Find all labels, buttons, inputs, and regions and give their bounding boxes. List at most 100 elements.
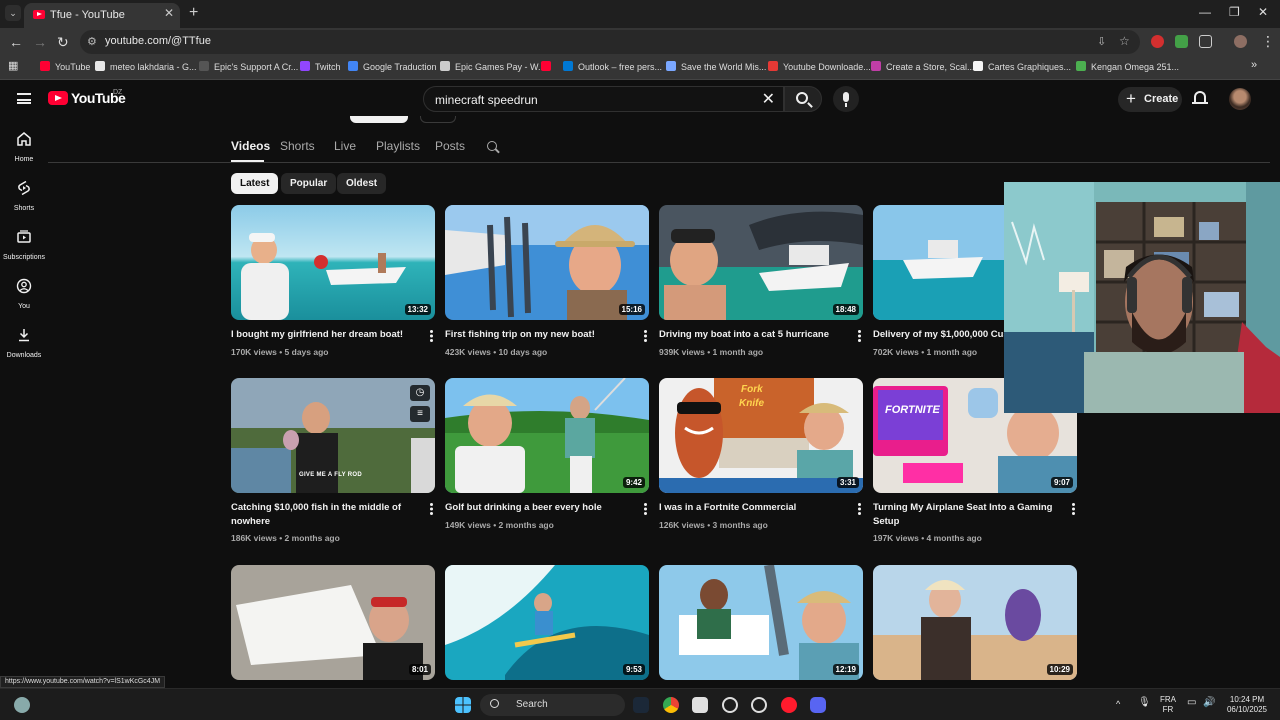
more-bookmarks-icon[interactable]: » [1251, 59, 1257, 71]
video-thumbnail[interactable]: ◷ ≡ GIVE ME A FLY ROD [231, 378, 435, 493]
notifications-bell-icon[interactable] [1192, 91, 1208, 104]
bookmark-item[interactable]: Kengan Omega 251... [1076, 61, 1179, 72]
bookmark-item[interactable] [541, 61, 556, 72]
guide-item-you[interactable]: You [0, 278, 48, 310]
youtube-logo-icon[interactable] [48, 91, 68, 105]
video-card[interactable]: 18:48 Driving my boat into a cat 5 hurri… [659, 205, 863, 357]
video-thumbnail[interactable]: 9:42 [445, 378, 649, 493]
clock[interactable]: 10:24 PM 06/10/2025 [1222, 695, 1272, 715]
chip-oldest[interactable]: Oldest [337, 173, 387, 194]
video-thumbnail[interactable]: 9:53 [445, 565, 649, 680]
tab-live[interactable]: Live [334, 139, 356, 153]
video-more-icon[interactable] [430, 330, 433, 342]
microphone-tray-icon[interactable]: 🎙 [1138, 698, 1151, 708]
browser-menu-icon[interactable]: ⋮ [1261, 33, 1275, 50]
video-card[interactable]: 9:53 [445, 565, 649, 680]
opera-gx-icon[interactable] [781, 697, 797, 713]
video-thumbnail[interactable]: 8:01 [231, 565, 435, 680]
video-card[interactable]: ◷ ≡ GIVE ME A FLY ROD Catching $10,000 f… [231, 378, 435, 543]
bookmark-item[interactable]: Cartes Graphiques... [973, 61, 1071, 72]
bookmark-item[interactable]: Create a Store, Scal... [871, 61, 975, 72]
network-icon[interactable]: ▭ [1187, 698, 1196, 708]
search-input[interactable]: minecraft speedrun ✕ [423, 86, 784, 112]
apps-grid-icon[interactable]: ▦ [8, 59, 18, 72]
search-button[interactable] [784, 86, 822, 112]
video-card[interactable]: 15:16 First fishing trip on my new boat!… [445, 205, 649, 357]
address-bar[interactable]: ⚙ youtube.com/@TTfue ⇩ ☆ [80, 30, 1140, 54]
weather-icon[interactable] [14, 697, 30, 713]
clear-search-icon[interactable]: ✕ [762, 89, 775, 109]
windows-start-icon[interactable] [455, 697, 471, 713]
steam-icon[interactable] [633, 697, 649, 713]
bookmark-item[interactable]: YouTube [40, 61, 90, 72]
channel-search-icon[interactable] [487, 141, 497, 151]
site-info-icon[interactable]: ⚙ [87, 35, 97, 48]
minimize-icon[interactable]: — [1199, 5, 1211, 19]
video-thumbnail[interactable]: 10:29 [873, 565, 1077, 680]
bookmark-item[interactable]: Epic Games Pay - W... [440, 61, 546, 72]
tab-videos[interactable]: Videos [231, 139, 270, 153]
tab-playlists[interactable]: Playlists [376, 139, 420, 153]
profile-icon[interactable] [1234, 35, 1247, 48]
extensions-puzzle-icon[interactable] [1199, 35, 1212, 48]
video-title[interactable]: Catching $10,000 fish in the middle of n… [231, 501, 415, 546]
reload-icon[interactable]: ↻ [57, 34, 69, 51]
video-more-icon[interactable] [430, 503, 433, 515]
video-card[interactable]: 8:01 [231, 565, 435, 680]
watch-later-icon[interactable]: ◷ [410, 385, 430, 401]
video-card[interactable]: 9:42 Golf but drinking a beer every hole… [445, 378, 649, 530]
install-app-icon[interactable]: ⇩ [1097, 35, 1106, 48]
video-thumbnail[interactable]: Fork Knife 3:31 [659, 378, 863, 493]
subscribe-button[interactable] [350, 116, 408, 123]
chatgpt-icon[interactable] [722, 697, 738, 713]
guide-item-shorts[interactable]: Shorts [0, 180, 48, 212]
taskbar-search-box[interactable]: Search [480, 694, 625, 716]
bookmark-item[interactable]: meteo lakhdaria - G... [95, 61, 197, 72]
video-thumbnail[interactable]: 12:19 [659, 565, 863, 680]
add-to-queue-icon[interactable]: ≡ [410, 406, 430, 422]
chip-popular[interactable]: Popular [281, 173, 337, 194]
close-tab-icon[interactable]: ✕ [164, 6, 174, 20]
guide-item-downloads[interactable]: Downloads [0, 327, 48, 359]
avatar[interactable] [1229, 88, 1251, 110]
video-card[interactable]: Fork Knife 3:31 I was in a Fortnite Comm… [659, 378, 863, 530]
chrome-icon[interactable] [663, 697, 679, 713]
video-title[interactable]: I bought my girlfriend her dream boat! 17… [231, 328, 415, 359]
create-button[interactable]: + Create [1118, 87, 1182, 112]
browser-tab[interactable]: Tfue - YouTube ✕ [24, 3, 180, 28]
back-icon[interactable]: ← [9, 34, 23, 50]
video-more-icon[interactable] [644, 503, 647, 515]
tab-search-menu-button[interactable]: ⌄ [5, 5, 21, 21]
video-thumbnail[interactable]: 18:48 [659, 205, 863, 320]
app-icon[interactable] [751, 697, 767, 713]
bookmark-item[interactable]: Twitch [300, 61, 341, 72]
new-tab-button[interactable]: + [189, 4, 198, 22]
volume-icon[interactable]: 🔊 [1203, 698, 1215, 708]
bookmark-star-icon[interactable]: ☆ [1119, 34, 1130, 48]
video-title[interactable]: Turning My Airplane Seat Into a Gaming S… [873, 501, 1057, 546]
video-thumbnail[interactable]: 15:16 [445, 205, 649, 320]
video-title[interactable]: I was in a Fortnite Commercial 126K views… [659, 501, 843, 532]
tab-shorts[interactable]: Shorts [280, 139, 315, 153]
video-title[interactable]: Golf but drinking a beer every hole 149K … [445, 501, 629, 532]
close-window-icon[interactable]: ✕ [1258, 5, 1268, 19]
video-thumbnail[interactable]: 13:32 [231, 205, 435, 320]
video-title[interactable]: Driving my boat into a cat 5 hurricane 93… [659, 328, 843, 359]
video-more-icon[interactable] [644, 330, 647, 342]
chip-latest[interactable]: Latest [231, 173, 279, 194]
extension-green-icon[interactable] [1175, 35, 1188, 48]
bookmark-item[interactable]: Google Traduction [348, 61, 437, 72]
guide-item-subscriptions[interactable]: Subscriptions [0, 229, 48, 261]
bookmark-item[interactable]: Epic's Support A Cr... [199, 61, 298, 72]
video-more-icon[interactable] [858, 330, 861, 342]
video-card[interactable]: 12:19 [659, 565, 863, 680]
video-more-icon[interactable] [858, 503, 861, 515]
language-indicator[interactable]: FRA FR [1160, 695, 1176, 715]
forward-icon[interactable]: → [33, 34, 47, 50]
join-button[interactable] [420, 116, 456, 123]
voice-search-button[interactable] [833, 86, 859, 112]
bookmark-item[interactable]: Youtube Downloade... [768, 61, 871, 72]
extension-red-icon[interactable] [1151, 35, 1164, 48]
tray-overflow-icon[interactable]: ^ [1116, 699, 1120, 709]
video-title[interactable]: First fishing trip on my new boat! 423K v… [445, 328, 629, 359]
